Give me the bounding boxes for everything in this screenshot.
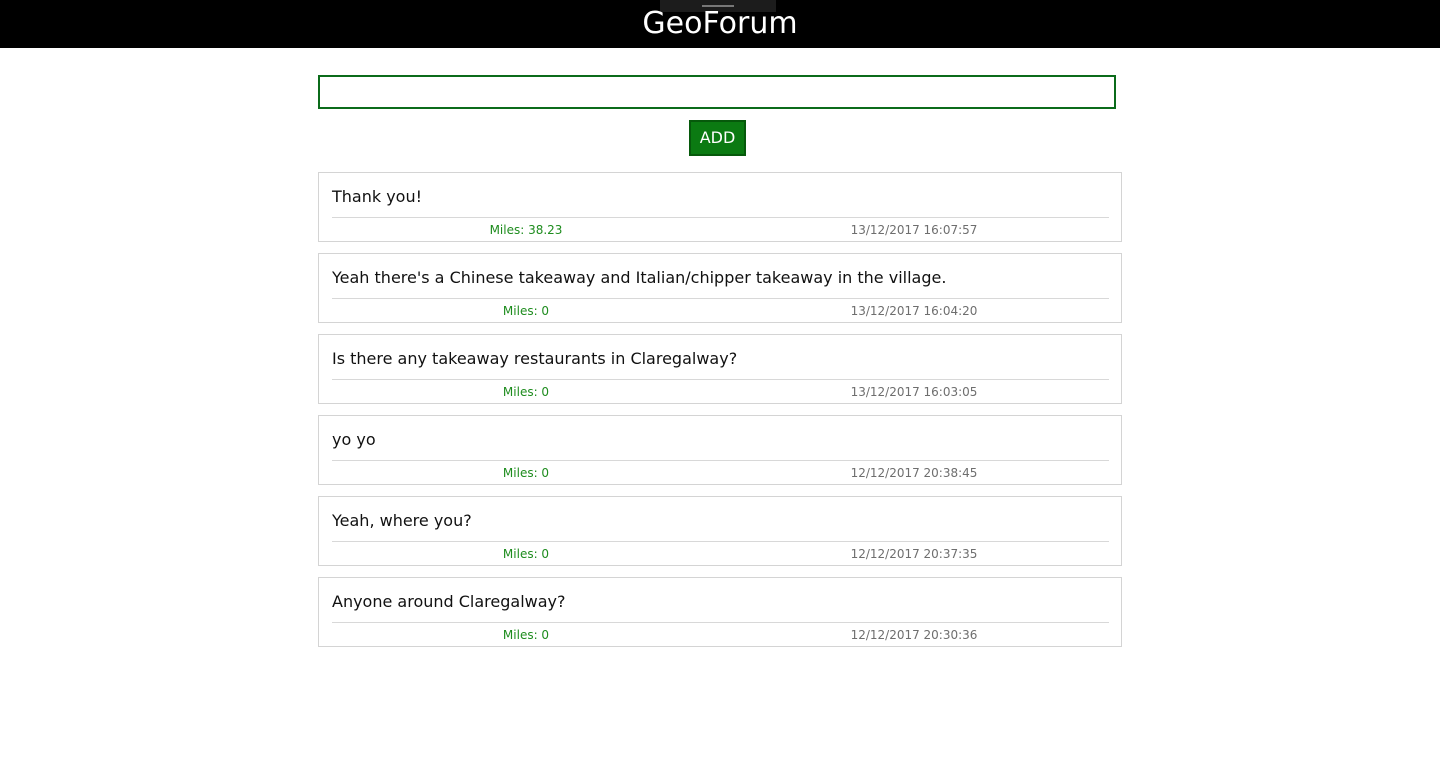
- post-text: Anyone around Claregalway?: [332, 592, 566, 611]
- post-divider: [332, 622, 1109, 623]
- post-miles: Miles: 0: [502, 385, 550, 399]
- app-title: GeoForum: [642, 6, 798, 41]
- post-divider: [332, 460, 1109, 461]
- post-divider: [332, 541, 1109, 542]
- post-card[interactable]: yo yo Miles: 0 12/12/2017 20:38:45: [318, 415, 1122, 485]
- app-header: GeoForum: [0, 0, 1440, 48]
- post-miles: Miles: 0: [502, 628, 550, 642]
- post-miles: Miles: 38.23: [489, 223, 563, 237]
- post-timestamp: 12/12/2017 20:38:45: [850, 466, 978, 480]
- post-timestamp: 13/12/2017 16:04:20: [850, 304, 978, 318]
- post-miles: Miles: 0: [502, 304, 550, 318]
- post-text: Yeah there's a Chinese takeaway and Ital…: [332, 268, 947, 287]
- post-miles: Miles: 0: [502, 466, 550, 480]
- post-divider: [332, 379, 1109, 380]
- post-text: Yeah, where you?: [332, 511, 472, 530]
- post-card[interactable]: Yeah, where you? Miles: 0 12/12/2017 20:…: [318, 496, 1122, 566]
- post-timestamp: 13/12/2017 16:03:05: [850, 385, 978, 399]
- post-input[interactable]: [318, 75, 1116, 109]
- post-list: Thank you! Miles: 38.23 13/12/2017 16:07…: [318, 172, 1122, 658]
- post-text: Is there any takeaway restaurants in Cla…: [332, 349, 738, 368]
- post-card[interactable]: Is there any takeaway restaurants in Cla…: [318, 334, 1122, 404]
- post-divider: [332, 298, 1109, 299]
- post-card[interactable]: Yeah there's a Chinese takeaway and Ital…: [318, 253, 1122, 323]
- add-button[interactable]: ADD: [689, 120, 746, 156]
- post-text: yo yo: [332, 430, 376, 449]
- post-card[interactable]: Thank you! Miles: 38.23 13/12/2017 16:07…: [318, 172, 1122, 242]
- post-timestamp: 12/12/2017 20:37:35: [850, 547, 978, 561]
- post-timestamp: 12/12/2017 20:30:36: [850, 628, 978, 642]
- post-text: Thank you!: [332, 187, 423, 206]
- post-divider: [332, 217, 1109, 218]
- post-miles: Miles: 0: [502, 547, 550, 561]
- post-card[interactable]: Anyone around Claregalway? Miles: 0 12/1…: [318, 577, 1122, 647]
- post-timestamp: 13/12/2017 16:07:57: [850, 223, 978, 237]
